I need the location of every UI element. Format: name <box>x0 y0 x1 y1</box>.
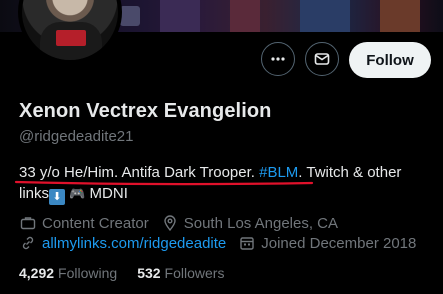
down-arrow-emoji-icon: ⬇ <box>49 189 66 205</box>
followers-stat[interactable]: 532 Followers <box>137 265 224 281</box>
display-name: Xenon Vectrex Evangelion <box>19 100 272 122</box>
calendar-icon <box>238 234 256 252</box>
followers-count: 532 <box>137 265 161 281</box>
user-handle: @ridgedeadite21 <box>19 128 134 145</box>
red-underline-annotation <box>14 180 314 186</box>
profile-meta-row-2: allmylinks.com/ridgedeadite Joined Decem… <box>19 234 428 252</box>
location-item: South Los Angeles, CA <box>161 214 338 232</box>
more-icon <box>271 57 285 61</box>
location-label: South Los Angeles, CA <box>183 214 339 232</box>
website-item[interactable]: allmylinks.com/ridgedeadite <box>19 234 226 252</box>
bio-text-3: links <box>19 185 50 202</box>
website-link[interactable]: allmylinks.com/ridgedeadite <box>42 235 226 252</box>
followers-label: Followers <box>164 265 225 281</box>
message-button[interactable] <box>305 42 339 76</box>
envelope-icon <box>314 53 330 65</box>
profile-meta-row-1: Content Creator South Los Angeles, CA <box>19 214 350 232</box>
location-pin-icon <box>161 214 179 232</box>
follow-button[interactable]: Follow <box>349 42 431 78</box>
bio-text-4: MDNI <box>85 185 128 202</box>
joined-label: Joined December 2018 <box>261 234 417 252</box>
briefcase-icon <box>19 214 37 232</box>
link-icon <box>19 234 37 252</box>
following-label: Following <box>58 265 118 281</box>
category-item: Content Creator <box>19 214 149 232</box>
more-options-button[interactable] <box>261 42 295 76</box>
following-stat[interactable]: 4,292 Following <box>19 265 117 281</box>
avatar[interactable] <box>18 0 122 64</box>
category-label: Content Creator <box>42 214 149 232</box>
following-count: 4,292 <box>19 265 55 281</box>
joined-item: Joined December 2018 <box>238 234 416 252</box>
follow-stats: 4,292 Following 532 Followers <box>19 265 244 281</box>
